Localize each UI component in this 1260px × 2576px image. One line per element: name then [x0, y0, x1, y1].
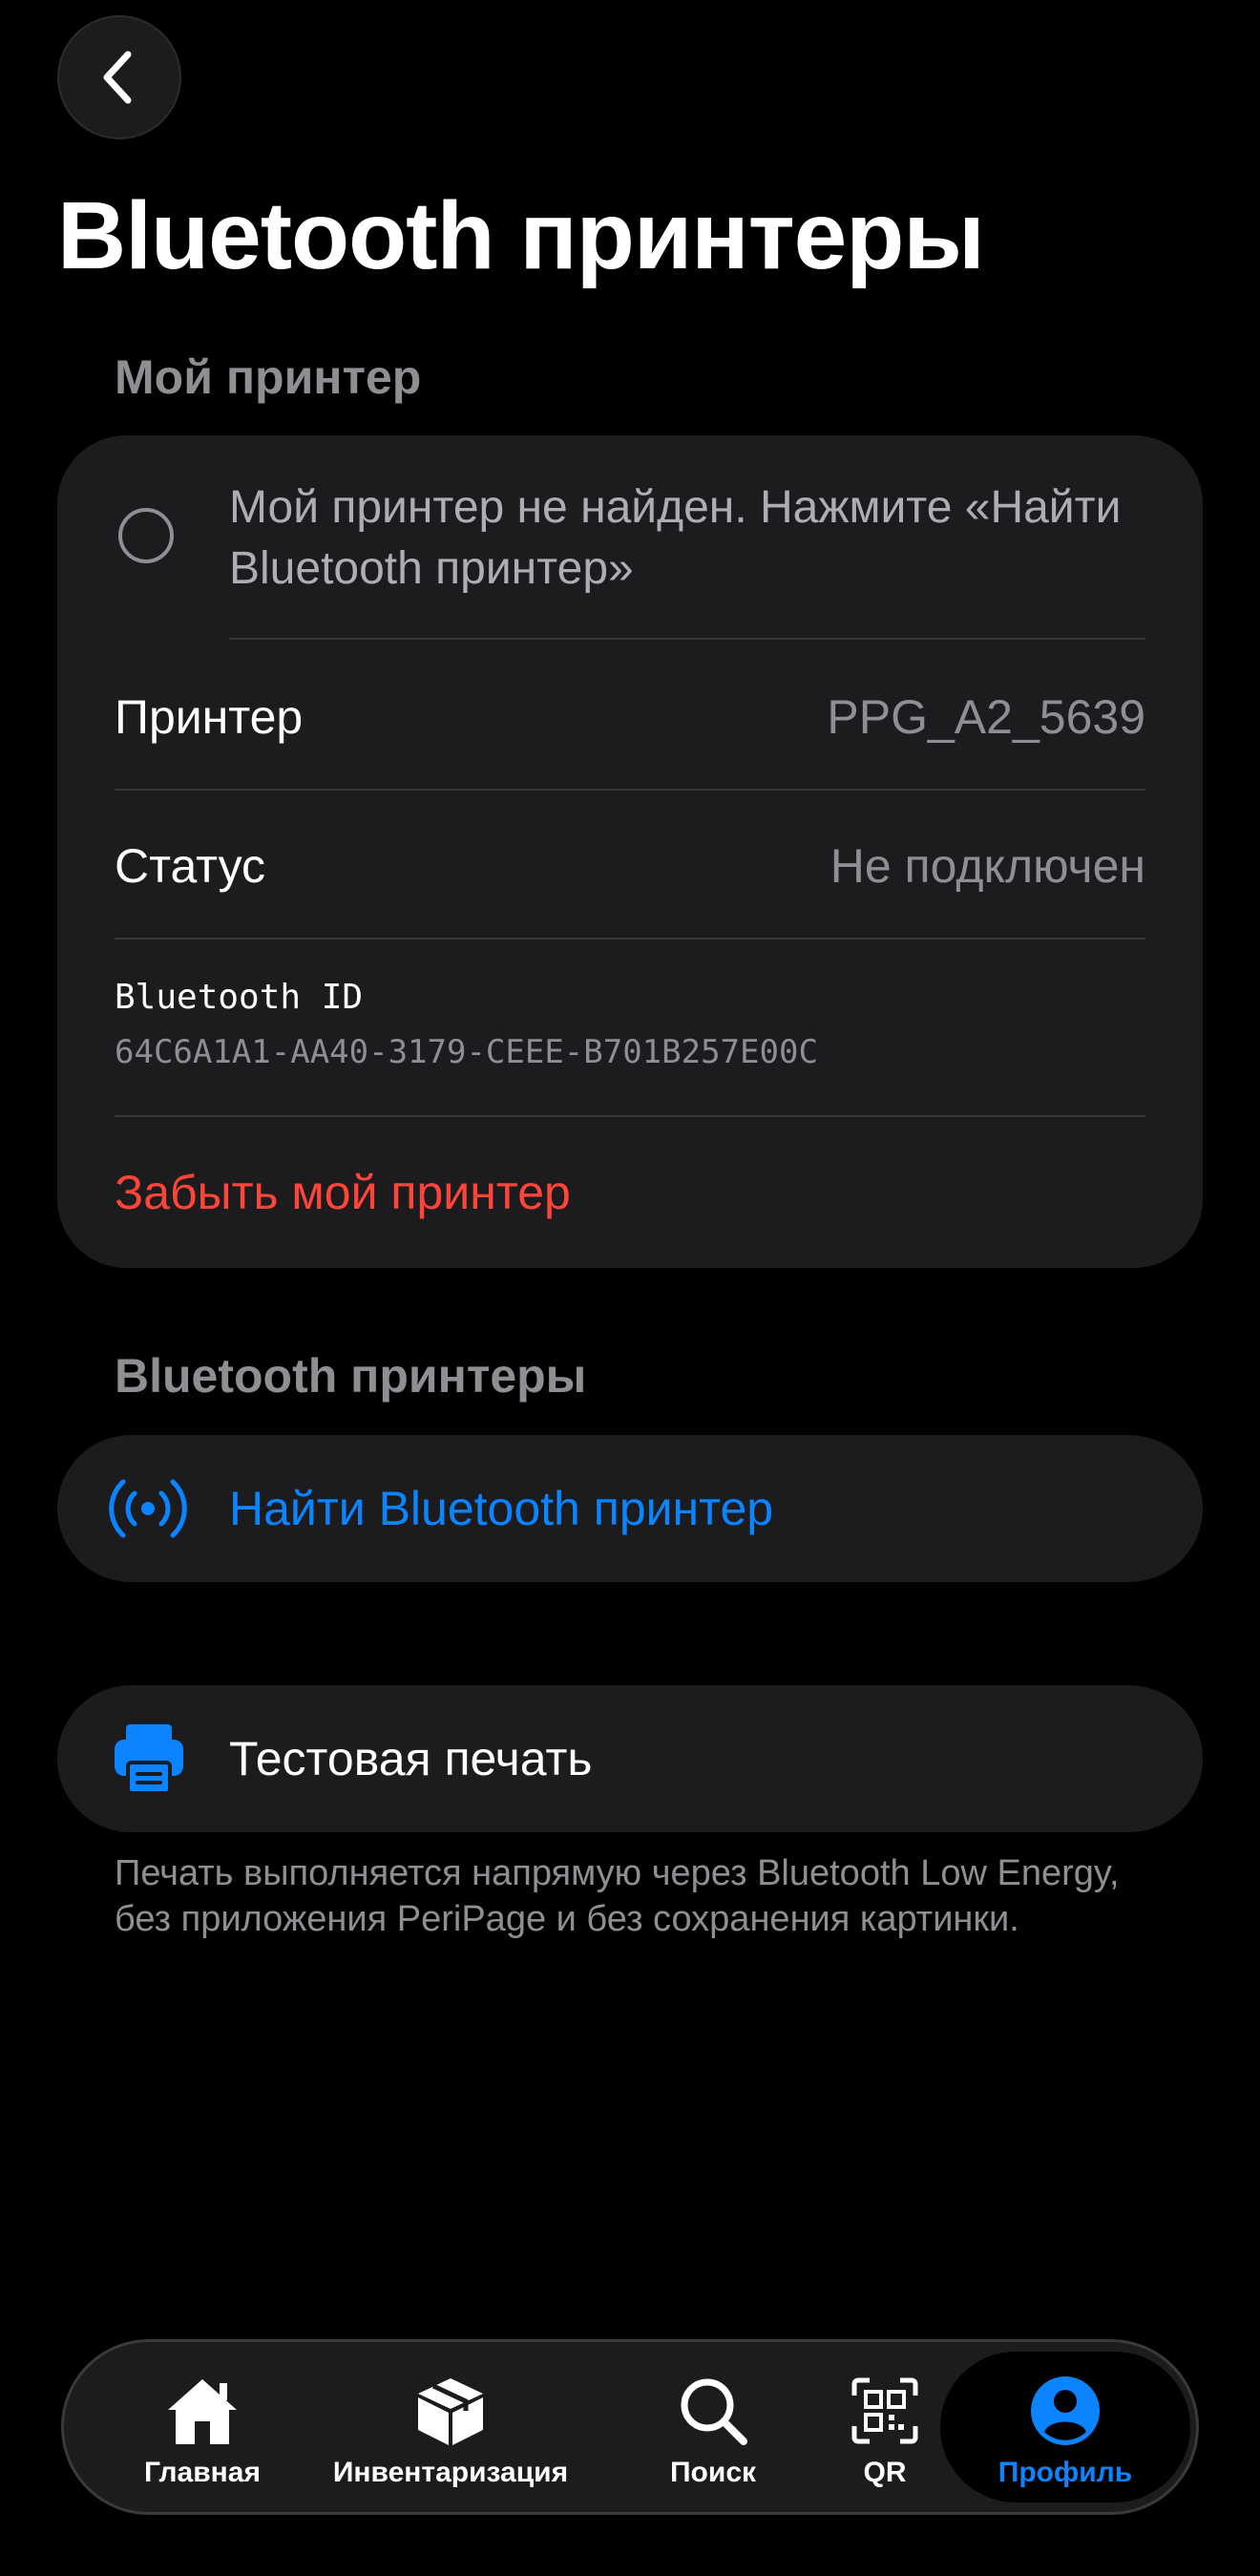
printer-icon — [115, 1724, 183, 1795]
box-icon — [418, 2378, 483, 2445]
tab-label: Профиль — [998, 2457, 1133, 2488]
section-label-my-printer: Мой принтер — [115, 350, 422, 404]
home-icon — [168, 2379, 237, 2444]
bluetooth-id-label: Bluetooth ID — [115, 978, 364, 1017]
footnote-text: Печать выполняется напрямую через Blueto… — [115, 1853, 1120, 1939]
tab-qr[interactable]: QR — [818, 2342, 952, 2512]
tab-inventory[interactable]: Инвентаризация — [307, 2342, 594, 2512]
profile-icon — [1031, 2376, 1100, 2445]
printer-name-value: PPG_A2_5639 — [827, 690, 1145, 744]
find-bluetooth-printer-button[interactable]: Найти Bluetooth принтер — [57, 1435, 1203, 1582]
find-bluetooth-printer-label: Найти Bluetooth принтер — [229, 1482, 774, 1535]
tab-label: Главная — [143, 2457, 261, 2488]
divider — [115, 789, 1145, 791]
broadcast-icon — [109, 1479, 187, 1538]
divider — [115, 1115, 1145, 1117]
status-value: Не подключен — [830, 839, 1145, 893]
tab-home[interactable]: Главная — [112, 2342, 293, 2512]
printer-label: Принтер — [115, 690, 304, 744]
test-print-label: Тестовая печать — [229, 1732, 593, 1785]
search-icon — [681, 2378, 747, 2445]
printer-not-found-text: Мой принтер не найден. Нажмите «Найти Bl… — [229, 482, 1122, 594]
section-label-bluetooth-printers: Bluetooth принтеры — [115, 1349, 587, 1403]
divider — [115, 938, 1145, 940]
bluetooth-id-value: 64C6A1A1-AA40-3179-CEEE-B701B257E00C — [115, 1033, 818, 1071]
chevron-left-icon — [103, 51, 132, 104]
page-title: Bluetooth принтеры — [57, 182, 985, 289]
tab-label: Поиск — [669, 2457, 757, 2488]
tab-bar: Главная Инвентаризация Поиск QR Профиль — [61, 2339, 1199, 2515]
divider — [229, 638, 1145, 640]
test-print-button[interactable]: Тестовая печать — [57, 1685, 1203, 1832]
forget-printer-button[interactable]: Забыть мой принтер — [115, 1165, 571, 1220]
back-button[interactable] — [57, 15, 181, 139]
qr-icon — [851, 2377, 918, 2444]
tab-label: QR — [863, 2457, 907, 2488]
tab-profile[interactable]: Профиль — [940, 2352, 1190, 2502]
tab-search[interactable]: Поиск — [627, 2342, 799, 2512]
tab-label: Инвентаризация — [332, 2457, 569, 2488]
status-label: Статус — [115, 839, 266, 893]
radio-circle-icon[interactable] — [118, 508, 174, 563]
